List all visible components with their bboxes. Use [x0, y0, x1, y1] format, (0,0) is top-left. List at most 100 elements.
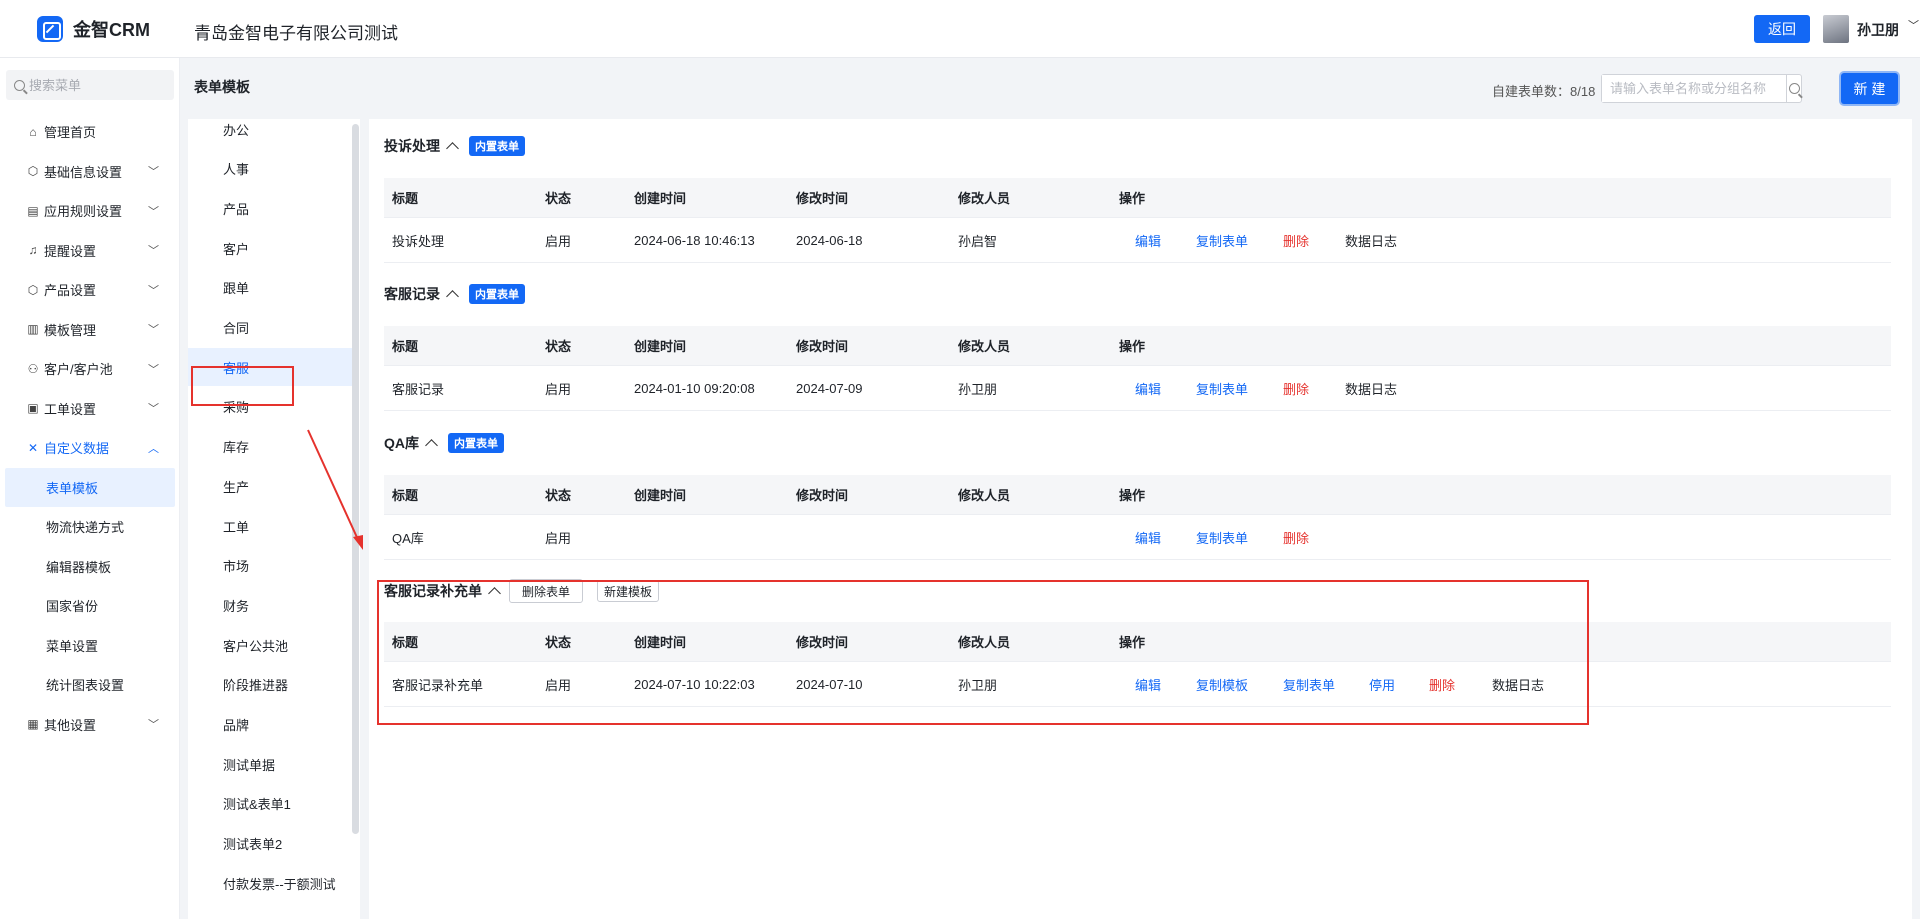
- sidebar-subitem[interactable]: 编辑器模板: [0, 547, 180, 587]
- action-link[interactable]: 停用: [1369, 663, 1395, 706]
- action-delete[interactable]: 删除: [1283, 219, 1309, 262]
- category-item[interactable]: 生产: [188, 467, 356, 505]
- action-link[interactable]: 数据日志: [1492, 663, 1544, 706]
- chevron-up-icon[interactable]: [488, 587, 501, 600]
- section-header: QA库 内置表单: [384, 433, 504, 453]
- category-item[interactable]: 跟单: [188, 269, 356, 307]
- table-row: 客服记录补充单 启用 2024-07-10 10:22:03 2024-07-10 孙卫…: [384, 663, 1891, 707]
- chevron-down-icon[interactable]: ﹀: [148, 321, 159, 337]
- category-item[interactable]: 市场: [188, 547, 356, 585]
- category-item[interactable]: 办公: [188, 110, 356, 148]
- avatar[interactable]: [1823, 15, 1849, 43]
- back-button[interactable]: 返回: [1754, 15, 1810, 43]
- action-link[interactable]: 复制表单: [1196, 219, 1248, 262]
- action-delete[interactable]: 删除: [1283, 367, 1309, 410]
- category-item[interactable]: 测试单据: [188, 745, 356, 783]
- sidebar-item[interactable]: ▥ 模板管理 ﹀: [0, 310, 180, 350]
- search-button[interactable]: [1786, 75, 1801, 102]
- category-item[interactable]: 客服: [188, 348, 356, 387]
- chevron-up-icon[interactable]: ︿: [148, 440, 159, 456]
- chevron-down-icon[interactable]: ﹀: [148, 163, 159, 179]
- action-link[interactable]: 编辑: [1135, 367, 1161, 410]
- logo-text: 金智CRM: [73, 20, 150, 40]
- sidebar-item[interactable]: ⬡ 基础信息设置 ﹀: [0, 152, 180, 192]
- category-item[interactable]: 财务: [188, 586, 356, 624]
- app-logo[interactable]: 金智CRM: [37, 16, 150, 42]
- chevron-down-icon[interactable]: ﹀: [1908, 17, 1919, 33]
- cell-status: 启用: [545, 678, 572, 693]
- category-item[interactable]: 客户: [188, 229, 356, 267]
- category-item[interactable]: 采购: [188, 388, 356, 426]
- sidebar-subitem[interactable]: 国家省份: [0, 586, 180, 626]
- sidebar-subitem[interactable]: 统计图表设置: [0, 665, 180, 705]
- menu-search[interactable]: [6, 70, 174, 100]
- category-item[interactable]: 库存: [188, 428, 356, 466]
- chevron-down-icon[interactable]: ﹀: [148, 361, 159, 377]
- chevron-down-icon[interactable]: ﹀: [148, 400, 159, 416]
- bell-icon: ♫: [28, 243, 38, 258]
- sidebar-item[interactable]: ✕ 自定义数据 ︿: [0, 428, 180, 468]
- chevron-down-icon[interactable]: ﹀: [148, 716, 159, 732]
- category-item[interactable]: 阶段推进器: [188, 666, 356, 704]
- builtin-tag: 内置表单: [448, 433, 504, 453]
- category-item[interactable]: 品牌: [188, 706, 356, 744]
- delete-form-button[interactable]: 删除表单: [509, 579, 584, 603]
- action-link[interactable]: 复制表单: [1283, 663, 1335, 706]
- category-item[interactable]: 合同: [188, 309, 356, 347]
- column-header: 修改时间: [796, 488, 849, 503]
- page-title: 表单模板: [194, 79, 250, 95]
- new-button[interactable]: 新 建: [1841, 73, 1898, 104]
- section-title: 客服记录: [384, 286, 440, 302]
- category-item[interactable]: 人事: [188, 150, 356, 188]
- cell-status: 启用: [545, 234, 572, 249]
- action-link[interactable]: 复制表单: [1196, 367, 1248, 410]
- category-item[interactable]: 客户公共池: [188, 626, 356, 664]
- user-name[interactable]: 孙卫朋: [1857, 20, 1899, 40]
- category-item[interactable]: 工单: [188, 507, 356, 545]
- action-delete[interactable]: 删除: [1429, 663, 1455, 706]
- sidebar-item[interactable]: ▣ 工单设置 ﹀: [0, 389, 180, 429]
- sidebar-item[interactable]: ▤ 应用规则设置 ﹀: [0, 191, 180, 231]
- form-search-input[interactable]: [1602, 75, 1786, 102]
- sidebar-subitem[interactable]: 表单模板: [5, 467, 175, 507]
- home-icon: ⌂: [29, 124, 37, 139]
- category-item[interactable]: 测试表单2: [188, 825, 356, 863]
- column-header: 状态: [545, 191, 572, 206]
- sidebar-item[interactable]: ⌂ 管理首页: [0, 112, 180, 152]
- sidebar-item[interactable]: ♫ 提醒设置 ﹀: [0, 231, 180, 271]
- form-search[interactable]: [1601, 74, 1802, 103]
- chevron-down-icon[interactable]: ﹀: [148, 242, 159, 258]
- chevron-down-icon[interactable]: ﹀: [148, 203, 159, 219]
- cell-title: 客服记录: [392, 382, 445, 397]
- sidebar-item[interactable]: ▦ 其他设置 ﹀: [0, 705, 180, 745]
- sidebar-subitem[interactable]: 物流快递方式: [0, 507, 180, 547]
- chevron-up-icon[interactable]: [425, 439, 438, 452]
- action-link[interactable]: 复制表单: [1196, 516, 1248, 559]
- action-link[interactable]: 数据日志: [1345, 219, 1397, 262]
- action-link[interactable]: 编辑: [1135, 663, 1161, 706]
- menu-search-input[interactable]: [29, 77, 159, 93]
- chevron-up-icon[interactable]: [446, 290, 459, 303]
- chevron-up-icon[interactable]: [446, 142, 459, 155]
- page-scrollbar[interactable]: [1912, 58, 1920, 919]
- new-template-button[interactable]: 新建模板: [597, 580, 660, 602]
- category-item[interactable]: 测试&表单1: [188, 785, 356, 823]
- action-link[interactable]: 数据日志: [1345, 367, 1397, 410]
- sidebar-subitem[interactable]: 菜单设置: [0, 626, 180, 666]
- sidebar-item[interactable]: ⚇ 客户/客户池 ﹀: [0, 349, 180, 389]
- cell-status: 启用: [545, 531, 572, 546]
- chevron-down-icon[interactable]: ﹀: [148, 282, 159, 298]
- action-link[interactable]: 编辑: [1135, 516, 1161, 559]
- doc-icon: ▤: [27, 203, 39, 218]
- action-link[interactable]: 编辑: [1135, 219, 1161, 262]
- sidebar-item[interactable]: ⬡ 产品设置 ﹀: [0, 270, 180, 310]
- section-header: 客服记录补充单 删除表单 新建模板: [384, 579, 660, 603]
- category-item[interactable]: 付款发票--于额测试: [188, 864, 356, 902]
- action-delete[interactable]: 删除: [1283, 516, 1309, 559]
- action-link[interactable]: 复制模板: [1196, 663, 1248, 706]
- category-scrollbar[interactable]: [352, 124, 359, 834]
- cell-created: 2024-06-18 10:46:13: [634, 233, 755, 248]
- category-item[interactable]: 产品: [188, 189, 356, 227]
- cell-modifier: 孙启智: [958, 234, 998, 249]
- section-header: 客服记录 内置表单: [384, 284, 525, 304]
